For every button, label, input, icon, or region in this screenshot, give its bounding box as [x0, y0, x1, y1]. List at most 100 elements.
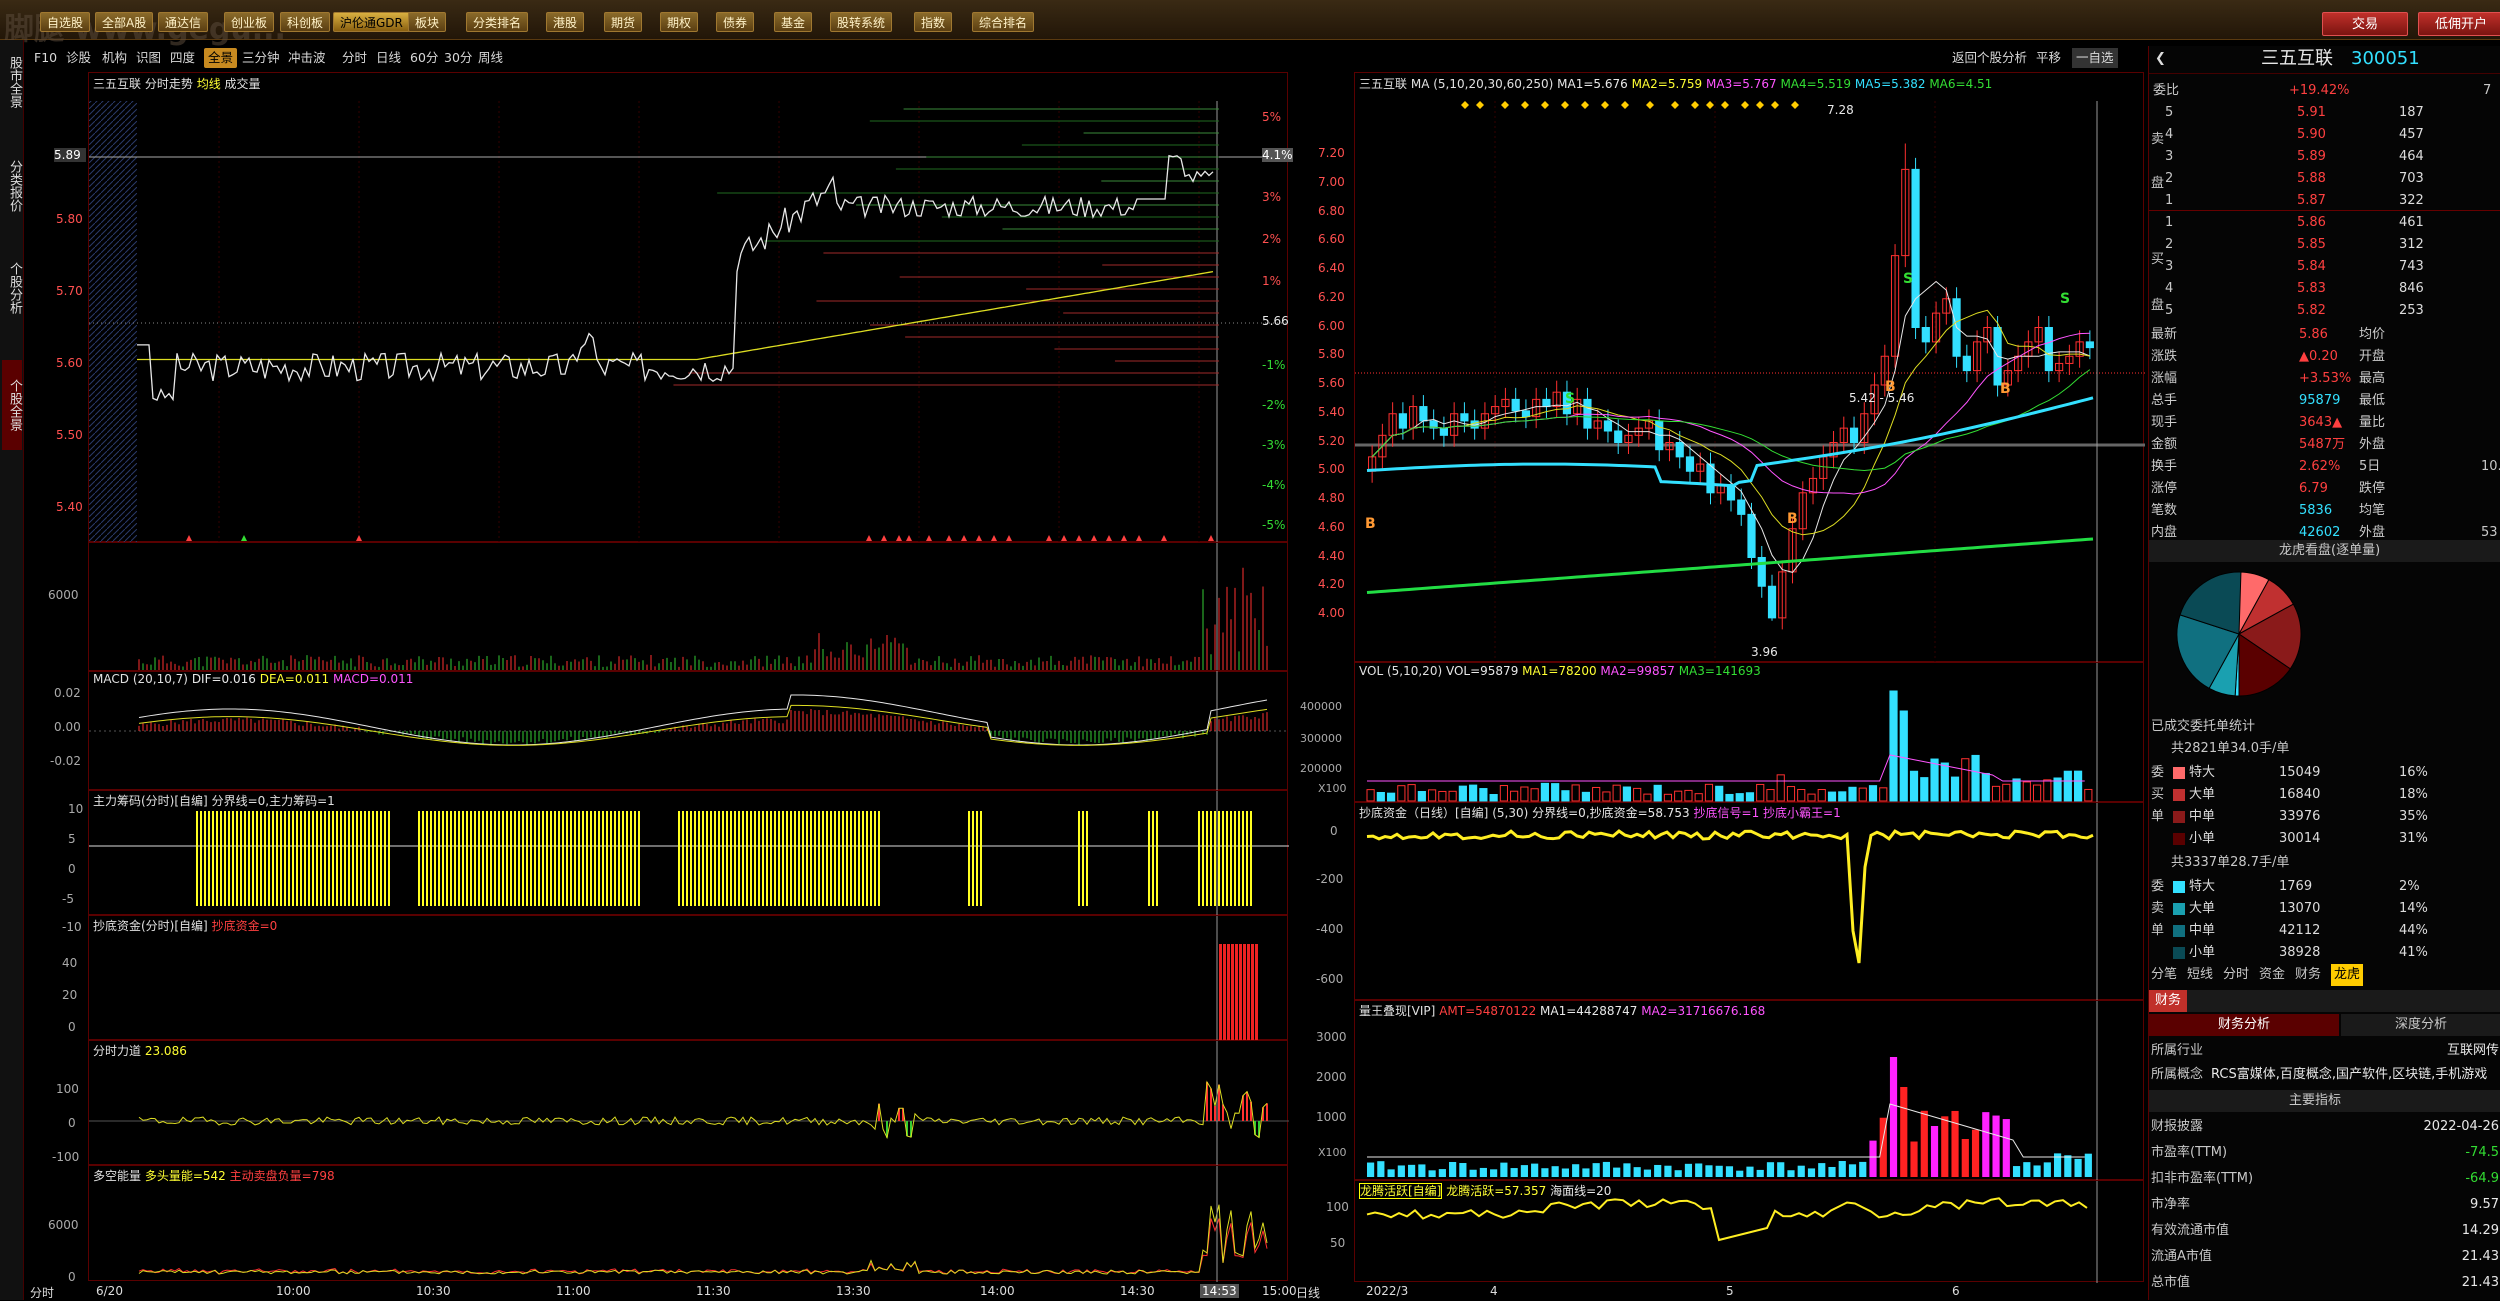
menu-funds[interactable]: 基金: [774, 12, 813, 32]
tab-diagnose[interactable]: 诊股: [66, 48, 91, 68]
daily-vol-panel: VOL (5,10,20) VOL=95879 MA1=78200 MA2=99…: [1354, 662, 2144, 803]
sell-price[interactable]: 5.87: [2297, 190, 2326, 212]
sell-price[interactable]: 5.89: [2297, 146, 2326, 168]
nav-category-quote[interactable]: 分类报价: [2, 150, 22, 222]
back-analysis-link[interactable]: 返回个股分析: [1952, 48, 2027, 68]
daily-price-tick: 6.60: [1318, 232, 1345, 247]
menu-bonds[interactable]: 债券: [716, 12, 755, 32]
daily-corner-label[interactable]: 日线: [1296, 1284, 1320, 1301]
buy-price[interactable]: 5.86: [2297, 212, 2326, 234]
macd-panel: MACD (20,10,7) DIF=0.016 DEA=0.011 MACD=…: [88, 670, 1289, 791]
tab-impulse[interactable]: 冲击波: [288, 48, 326, 68]
sell-level: 3: [2165, 149, 2174, 164]
intraday-corner-label[interactable]: 分时: [30, 1284, 54, 1301]
tab-panorama[interactable]: 全景: [204, 48, 238, 68]
daily-kline-chart[interactable]: BBBBSSS: [1355, 73, 2145, 663]
nav-stock-analysis[interactable]: 个股分析: [2, 252, 22, 324]
lidao-panel: 分时力道 23.086: [88, 1040, 1289, 1166]
group-row: 中单 33976 35% 单: [2149, 806, 2500, 828]
daily-price-tick: 4.40: [1318, 548, 1345, 563]
tab-pattern[interactable]: 识图: [136, 48, 161, 68]
menu-all-a[interactable]: 全部A股: [95, 12, 154, 32]
buy-price[interactable]: 5.85: [2297, 234, 2326, 256]
sell-price[interactable]: 5.91: [2297, 102, 2326, 124]
buy-level: 3: [2165, 259, 2174, 274]
nav-stock-panorama[interactable]: 个股全景: [2, 360, 22, 450]
dvol-tick-2: 300000: [1300, 732, 1342, 745]
pan-button[interactable]: 平移: [2036, 48, 2061, 68]
pct-tick: 5%: [1262, 110, 1282, 124]
sell-price[interactable]: 5.90: [2297, 124, 2326, 146]
tab-60min[interactable]: 60分: [410, 48, 438, 68]
buy-price[interactable]: 5.82: [2297, 300, 2326, 322]
tab-daily[interactable]: 日线: [376, 48, 401, 68]
group-cell: 41%: [2399, 945, 2428, 960]
menu-tdx[interactable]: 通达信: [158, 12, 209, 32]
quote-tab[interactable]: 分时: [2223, 964, 2249, 986]
intraday-chart[interactable]: [89, 73, 1289, 543]
buy-price[interactable]: 5.83: [2297, 278, 2326, 300]
menu-kcb[interactable]: 科创板: [280, 12, 331, 32]
webi-label: 委比: [2153, 83, 2180, 98]
stat-row: 笔数 5836 均笔: [2149, 500, 2500, 522]
industry-value: 互联网传: [2447, 1043, 2500, 1058]
legend-swatch: [2173, 947, 2185, 959]
stat-cell: ▲0.20: [2299, 349, 2338, 364]
menu-zixuan[interactable]: 自选股: [40, 12, 91, 32]
stat-cell: 5日: [2359, 459, 2381, 474]
quote-tab[interactable]: 分笔: [2151, 964, 2177, 986]
longhu-title: 龙虎看盘(逐单量): [2279, 543, 2381, 558]
menu-index[interactable]: 指数: [914, 12, 953, 32]
tab-four[interactable]: 四度: [170, 48, 195, 68]
legend-swatch: [2173, 925, 2185, 937]
sell-level: 4: [2165, 127, 2174, 142]
finance-row: 总市值 21.43: [2149, 1272, 2500, 1294]
pct-tick: 5.66: [1262, 314, 1289, 328]
finance-value: 21.43: [2461, 1249, 2499, 1264]
menu-futures[interactable]: 期货: [604, 12, 643, 32]
quote-tab[interactable]: 短线: [2187, 964, 2213, 986]
group-row: 大单 13070 14% 卖: [2149, 898, 2500, 920]
chevron-left-icon[interactable]: ❮: [2155, 48, 2166, 70]
quote-tab[interactable]: 财务: [2295, 964, 2321, 986]
main-indicators-title: 主要指标: [2289, 1093, 2342, 1108]
stat-cell: 量比: [2359, 415, 2386, 430]
daily-longteng-chart: [1366, 1181, 2098, 1283]
menu-options[interactable]: 期权: [660, 12, 699, 32]
time-tick: 11:30: [696, 1284, 731, 1298]
tab-f10[interactable]: F10: [34, 48, 57, 68]
deep-analysis-button[interactable]: 深度分析: [2341, 1014, 2500, 1036]
legend-swatch: [2173, 789, 2185, 801]
menu-rank[interactable]: 分类排名: [466, 12, 529, 32]
finance-value: 21.43: [2461, 1275, 2499, 1290]
daily-date-tick: 2022/3: [1366, 1284, 1409, 1298]
quote-tab[interactable]: 龙虎: [2331, 964, 2364, 986]
group-title: 共2821单34.0手/单: [2149, 738, 2500, 760]
dlt-tick-100: 100: [1326, 1200, 1349, 1214]
group-cell: 14%: [2399, 901, 2428, 916]
menu-comp-rank[interactable]: 综合排名: [972, 12, 1035, 32]
group-side: 卖: [2151, 901, 2165, 916]
finance-tab[interactable]: 财务: [2149, 990, 2188, 1012]
tab-weekly[interactable]: 周线: [478, 48, 503, 68]
menu-neeq[interactable]: 股转系统: [830, 12, 893, 32]
quote-tab[interactable]: 资金: [2259, 964, 2285, 986]
legend-swatch: [2173, 833, 2185, 845]
book-side-label: 盘: [2151, 176, 2165, 191]
menu-cyb[interactable]: 创业板: [224, 12, 275, 32]
tab-intraday[interactable]: 分时: [342, 48, 367, 68]
tab-institution[interactable]: 机构: [102, 48, 127, 68]
tab-3min[interactable]: 三分钟: [242, 48, 280, 68]
menu-gdr[interactable]: 沪伦通GDR: [333, 12, 410, 32]
trade-button[interactable]: 交易: [2322, 12, 2408, 36]
watchlist-dropdown[interactable]: 一自选: [2072, 48, 2118, 68]
menu-bankuai[interactable]: 板块: [408, 12, 447, 32]
group-cell: 小单: [2189, 945, 2216, 960]
open-account-button[interactable]: 低佣开户: [2418, 12, 2500, 36]
menu-hk[interactable]: 港股: [546, 12, 585, 32]
buy-price[interactable]: 5.84: [2297, 256, 2326, 278]
nav-market-overview[interactable]: 股市全景: [2, 46, 22, 118]
sell-price[interactable]: 5.88: [2297, 168, 2326, 190]
finance-analysis-button[interactable]: 财务分析: [2149, 1014, 2339, 1036]
tab-30min[interactable]: 30分: [444, 48, 472, 68]
